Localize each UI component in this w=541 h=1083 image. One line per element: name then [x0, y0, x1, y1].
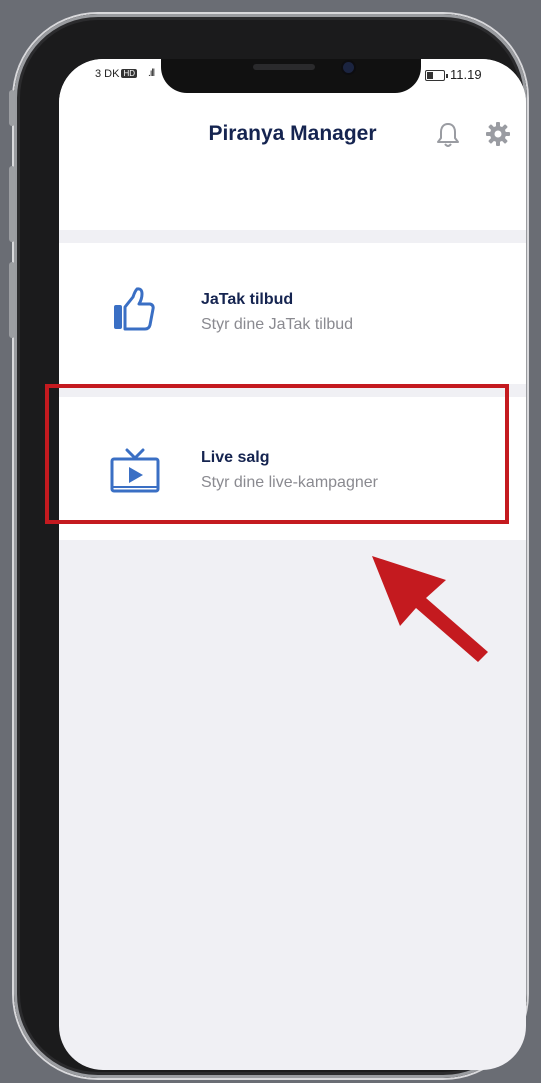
speaker-grille — [253, 64, 315, 70]
menu-item-title: JaTak tilbud — [201, 291, 294, 308]
volume-up-button — [9, 166, 15, 242]
notch — [161, 59, 421, 93]
bell-icon[interactable] — [435, 121, 461, 149]
highlight-box — [45, 384, 509, 524]
front-camera — [343, 62, 354, 73]
gear-icon[interactable] — [485, 121, 511, 147]
app-header: Piranya Manager — [59, 95, 526, 230]
menu-item-jatak[interactable]: JaTak tilbud Styr dine JaTak tilbud — [59, 243, 526, 384]
menu-item-subtitle: Styr dine JaTak tilbud — [201, 316, 354, 333]
thumbs-up-icon — [114, 287, 155, 331]
pointer-arrow-icon — [372, 556, 488, 662]
phone-frame: 3 DK HD .ıll 11.19 Piranya Manager JaTak… — [9, 14, 527, 1078]
mute-switch — [9, 90, 15, 126]
signal-icon: .ıll — [148, 68, 155, 79]
hd-badge: HD — [121, 69, 138, 78]
carrier-label: 3 DK HD — [95, 68, 138, 80]
battery-icon — [425, 70, 448, 81]
status-time: 11.19 — [450, 67, 482, 82]
volume-down-button — [9, 262, 15, 338]
